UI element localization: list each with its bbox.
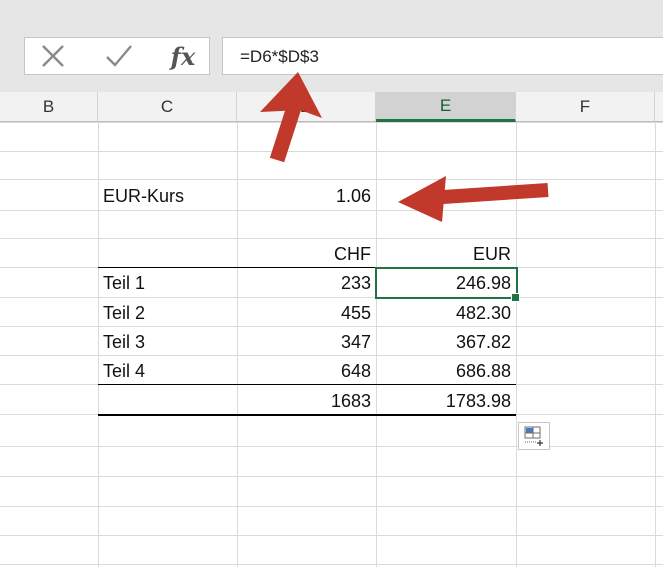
grid-line [0,564,663,565]
total-chf: 1683 [330,391,371,411]
total-eur: 1783.98 [445,391,511,411]
column-header-row: B C D E F [0,92,663,122]
quick-analysis-icon [524,426,543,446]
formula-input[interactable]: =D6*$D$3 [222,37,663,75]
eur-value-cell[interactable]: 482.30 [376,297,516,327]
rate-value-cell[interactable]: 1.06 [237,180,376,210]
chf-value-cell[interactable]: 347 [237,326,376,356]
grid-line [516,122,517,567]
fill-handle[interactable] [511,293,520,302]
row-label-cell[interactable]: Teil 2 [98,297,237,327]
grid-line [0,151,663,152]
cancel-button[interactable] [33,38,73,74]
enter-button[interactable] [97,38,141,74]
rate-value: 1.06 [335,186,371,206]
row-label-cell[interactable]: Teil 4 [98,355,237,385]
header-chf-cell[interactable]: CHF [237,238,376,268]
rate-label-cell[interactable]: EUR-Kurs [98,180,237,210]
eur-value-cell[interactable]: 367.82 [376,326,516,356]
formula-bar: fx =D6*$D$3 [0,0,663,92]
total-chf-cell[interactable]: 1683 [237,385,376,415]
chf-value-cell[interactable]: 233 [237,267,376,297]
column-header-c[interactable]: C [98,92,237,121]
grid-line [0,210,663,211]
formula-bar-buttons: fx [24,37,210,75]
column-header-b[interactable]: B [0,92,98,121]
total-eur-cell[interactable]: 1783.98 [376,385,516,415]
total-bottom-border [98,414,516,416]
row-label-cell[interactable]: Teil 3 [98,326,237,356]
check-icon [106,45,132,67]
chf-value-cell[interactable]: 455 [237,297,376,327]
cell-grid[interactable]: EUR-Kurs 1.06 CHF EUR Teil 1 233 246.98 … [0,122,663,567]
grid-line [0,535,663,536]
row-label-cell[interactable]: Teil 1 [98,267,237,297]
insert-function-button[interactable]: fx [159,38,207,74]
header-eur: EUR [472,244,511,264]
chf-value-cell[interactable]: 648 [237,355,376,385]
header-eur-cell[interactable]: EUR [376,238,516,268]
grid-line [0,122,663,123]
function-icon: fx [170,41,196,71]
quick-analysis-button[interactable] [518,422,550,450]
x-icon [42,45,64,67]
grid-line [0,506,663,507]
column-header-d[interactable]: D [237,92,376,121]
eur-value-cell[interactable]: 686.88 [376,355,516,385]
column-header-f[interactable]: F [516,92,655,121]
grid-line [655,122,656,567]
active-cell-selection[interactable] [375,267,518,299]
spreadsheet-window: fx =D6*$D$3 B C D E F EUR-Kurs 1.06 CHF … [0,0,663,567]
grid-line [0,446,663,447]
rate-label: EUR-Kurs [103,186,185,206]
grid-line [0,476,663,477]
header-chf: CHF [334,244,371,264]
formula-text: =D6*$D$3 [240,47,319,66]
column-header-e[interactable]: E [376,92,516,122]
